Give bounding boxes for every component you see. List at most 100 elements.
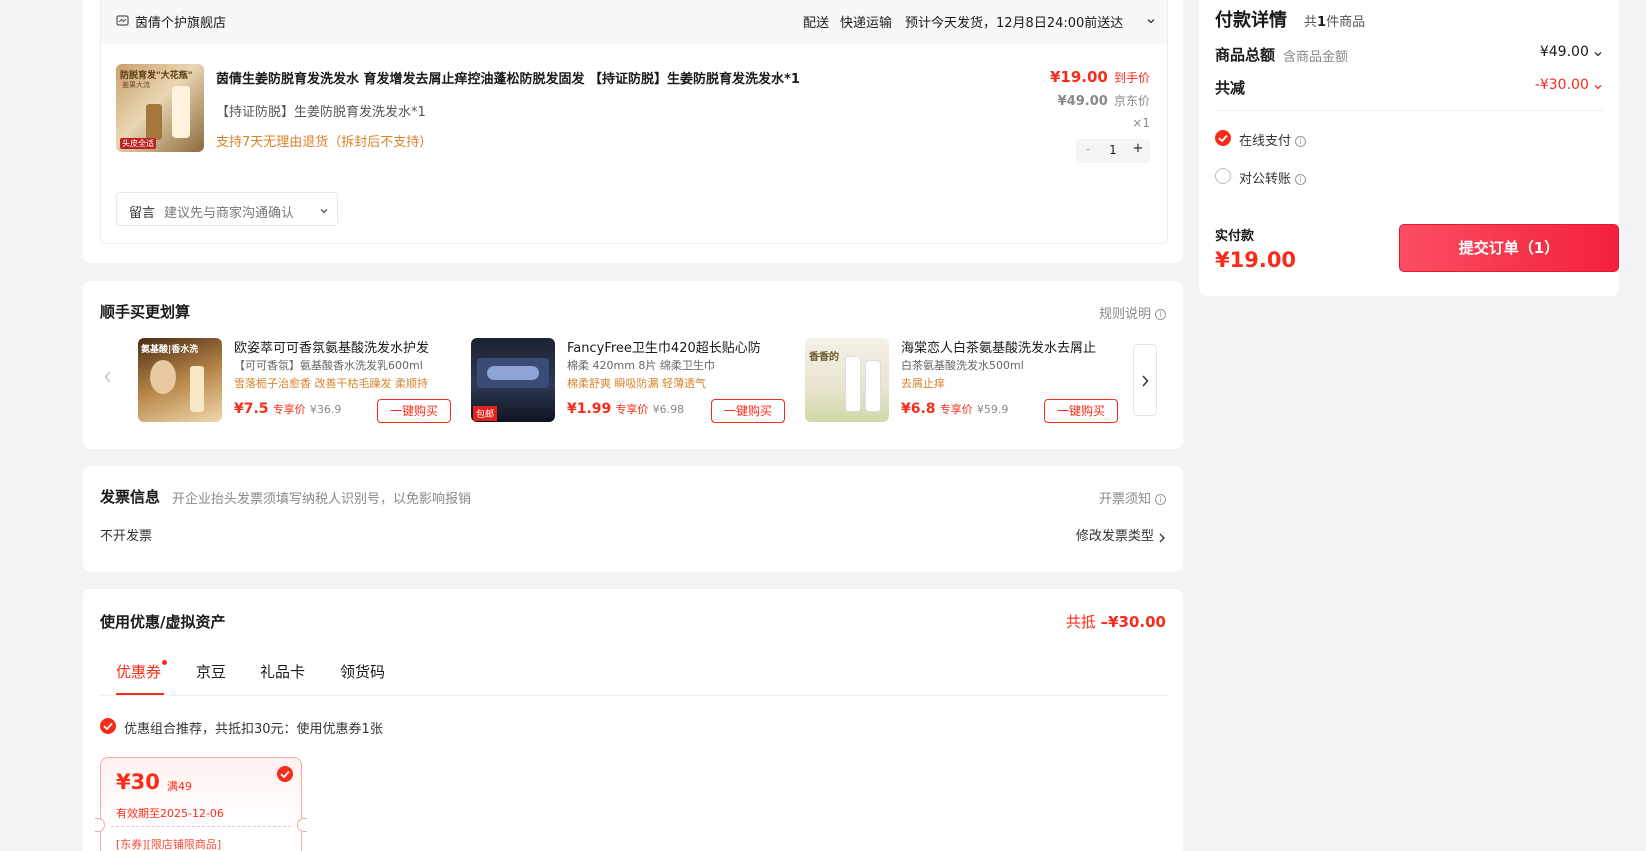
quick-buy-button[interactable]: 一键购买 (711, 399, 785, 423)
invoice-notice-link[interactable]: 开票须知 i (1099, 488, 1166, 507)
product-spec: 【持证防脱】生姜防脱育发洗发水*1 (216, 105, 426, 120)
delivery-label: 配送 (803, 16, 830, 31)
pay-transfer-label[interactable]: 对公转账 i (1239, 168, 1307, 187)
info-icon: i (1295, 136, 1307, 147)
bundle-item-image[interactable]: 氨基酸|香水洗 (138, 338, 222, 422)
bundle-item-image[interactable]: 香香的 (805, 338, 889, 422)
product-image[interactable]: 防脱育发"大花瓶" 姜果大流 头皮全适 (116, 64, 204, 152)
price-final-label: 到手价 (1113, 71, 1150, 85)
total-hint: 含商品金额 (1283, 50, 1349, 65)
chevron-down-icon[interactable] (1146, 15, 1156, 25)
tab-gift-card[interactable]: 礼品卡 (260, 661, 305, 682)
chevron-down-icon (1593, 81, 1603, 91)
total-label: 商品总额 (1215, 46, 1276, 64)
payment-card: 付款详情 共1件商品 商品总额 含商品金额 ¥49.00 共减 -¥30.00 … (1199, 0, 1619, 296)
bundle-item-price-row: ¥7.5 专享价 ¥36.9 (234, 401, 342, 417)
bundle-item-price-row: ¥1.99 专享价 ¥6.98 (567, 401, 685, 417)
delivery-estimate[interactable]: 预计今天发货，12月8日24:00前送达 (905, 12, 1123, 31)
coupon-condition: 满49 (167, 780, 192, 793)
bundle-item-spec: 白茶氨基酸洗发水500ml (901, 359, 1024, 372)
bundle-item-tags: 去屑止痒 (901, 377, 945, 390)
coupon-notch-left (95, 818, 105, 832)
coupon-notch-right (297, 818, 307, 832)
info-icon: i (1155, 309, 1166, 320)
payment-divider (1215, 110, 1603, 111)
total-value-row[interactable]: ¥49.00 (1540, 44, 1603, 60)
discount-value: -¥30.00 (1534, 77, 1589, 93)
payment-count: 共1件商品 (1304, 15, 1366, 30)
bundle-title: 顺手买更划算 (100, 303, 191, 321)
invoice-title: 发票信息 (100, 488, 161, 506)
return-policy: 支持7天无理由退货（拆封后不支持） (216, 135, 433, 150)
invoice-modify-link[interactable]: 修改发票类型 (1076, 525, 1166, 544)
tab-redeem-code[interactable]: 领货码 (340, 661, 385, 682)
coupon-expiry: 有效期至2025-12-06 (116, 807, 224, 820)
message-placeholder: 建议先与商家沟通确认 (164, 206, 295, 221)
store-name[interactable]: 茵倩个护旗舰店 (135, 12, 226, 31)
bundle-item-tags: 雪落栀子治愈香 改善干枯毛躁发 柔顺持 (234, 377, 428, 390)
pay-amount-label: 实付款 (1215, 229, 1255, 244)
coupon-selected-check (277, 766, 293, 782)
message-label: 留言 (129, 206, 156, 221)
coupon-card[interactable]: ¥30 满49 有效期至2025-12-06 [东券][限店铺限商品] (95, 757, 307, 851)
tab-dot-badge (162, 660, 167, 665)
price-jd-row: ¥49.00 京东价 (1058, 92, 1150, 109)
invoice-card: 发票信息 开企业抬头发票须填写纳税人识别号，以免影响报销 开票须知 i 不开发票 … (83, 466, 1183, 572)
discount-value-row[interactable]: -¥30.00 (1535, 77, 1603, 93)
delivery-method: 快递运输 (840, 16, 893, 31)
carousel-next-button[interactable] (1133, 344, 1157, 416)
shop-icon (116, 14, 129, 27)
bundle-item-image[interactable]: 包邮 (471, 338, 555, 422)
discount-title: 使用优惠/虚拟资产 (100, 613, 226, 631)
chevron-down-icon (1593, 48, 1603, 58)
coupon-scope: [东券][限店铺限商品] (116, 838, 222, 851)
price-final: ¥19.00 (1049, 68, 1108, 86)
recommend-text: 优惠组合推荐，共抵扣30元：使用优惠券1张 (124, 722, 383, 737)
bundle-rules-link[interactable]: 规则说明 i (1099, 303, 1166, 322)
recommend-checkbox[interactable] (100, 718, 116, 734)
product-title[interactable]: 茵倩生姜防脱育发洗发水 育发增发去屑止痒控油蓬松防脱发固发 【持证防脱】生姜防脱… (216, 68, 916, 87)
discount-label: 共减 (1215, 79, 1246, 97)
bundle-item-name[interactable]: 欧姿萃可可香氛氨基酸洗发水护发 (234, 337, 448, 356)
price-final-row: ¥19.00 到手价 (1050, 68, 1150, 86)
quick-buy-button[interactable]: 一键购买 (377, 399, 451, 423)
submit-order-button[interactable]: 提交订单（1） (1399, 224, 1619, 272)
pay-transfer-radio[interactable] (1215, 168, 1231, 184)
chevron-left-icon[interactable] (103, 370, 113, 384)
qty-label: ×1 (1132, 116, 1150, 130)
message-field[interactable]: 留言 建议先与商家沟通确认 (116, 192, 338, 226)
qty-plus-button[interactable]: + (1132, 141, 1144, 156)
chevron-right-icon (1140, 374, 1150, 388)
info-icon: i (1155, 494, 1166, 505)
coupon-divider (111, 826, 291, 827)
tab-jingdou[interactable]: 京豆 (196, 661, 226, 682)
discount-total: 共抵 –¥30.00 (1065, 613, 1166, 631)
bundle-item-name[interactable]: FancyFree卫生巾420超长贴心防 (567, 337, 781, 356)
bundle-item-price-row: ¥6.8 专享价 ¥59.9 (901, 401, 1009, 417)
qty-minus-button[interactable]: - (1082, 142, 1094, 156)
total-value: ¥49.00 (1539, 44, 1589, 60)
quantity-stepper: - 1 + (1076, 139, 1150, 163)
order-card: 茵倩个护旗舰店 配送 快递运输 预计今天发货，12月8日24:00前送达 防脱育… (83, 0, 1183, 263)
bundle-item-name[interactable]: 海棠恋人白茶氨基酸洗发水去屑止 (901, 337, 1115, 356)
bundle-card: 顺手买更划算 规则说明 i 氨基酸|香水洗 欧姿萃可可香氛氨基酸洗发水护发 【可可… (83, 281, 1183, 449)
invoice-hint: 开企业抬头发票须填写纳税人识别号，以免影响报销 (172, 492, 472, 507)
info-icon: i (1295, 174, 1307, 185)
bundle-item-spec: 【可可香氛】氨基酸香水洗发乳600ml (234, 359, 423, 372)
price-jd-label: 京东价 (1113, 94, 1150, 108)
pay-online-radio[interactable] (1215, 130, 1231, 146)
bundle-item-tags: 棉柔舒爽 瞬吸防漏 轻薄透气 (567, 377, 706, 390)
quick-buy-button[interactable]: 一键购买 (1044, 399, 1118, 423)
bundle-item-spec: 棉柔 420mm 8片 绵柔卫生巾 (567, 359, 715, 372)
payment-title: 付款详情 (1215, 10, 1287, 31)
tab-coupon[interactable]: 优惠券 (116, 661, 161, 682)
qty-value[interactable]: 1 (1105, 143, 1121, 157)
pay-online-label[interactable]: 在线支付 i (1239, 130, 1307, 149)
discount-card: 使用优惠/虚拟资产 共抵 –¥30.00 优惠券 京豆 礼品卡 领货码 优惠组合… (83, 589, 1183, 851)
pay-amount-value: ¥19.00 (1215, 248, 1297, 272)
invoice-value: 不开发票 (100, 529, 153, 544)
chevron-down-icon (319, 205, 329, 215)
coupon-amount: ¥30 (116, 770, 160, 794)
price-jd: ¥49.00 (1057, 94, 1108, 109)
tabs-divider (100, 695, 1168, 696)
